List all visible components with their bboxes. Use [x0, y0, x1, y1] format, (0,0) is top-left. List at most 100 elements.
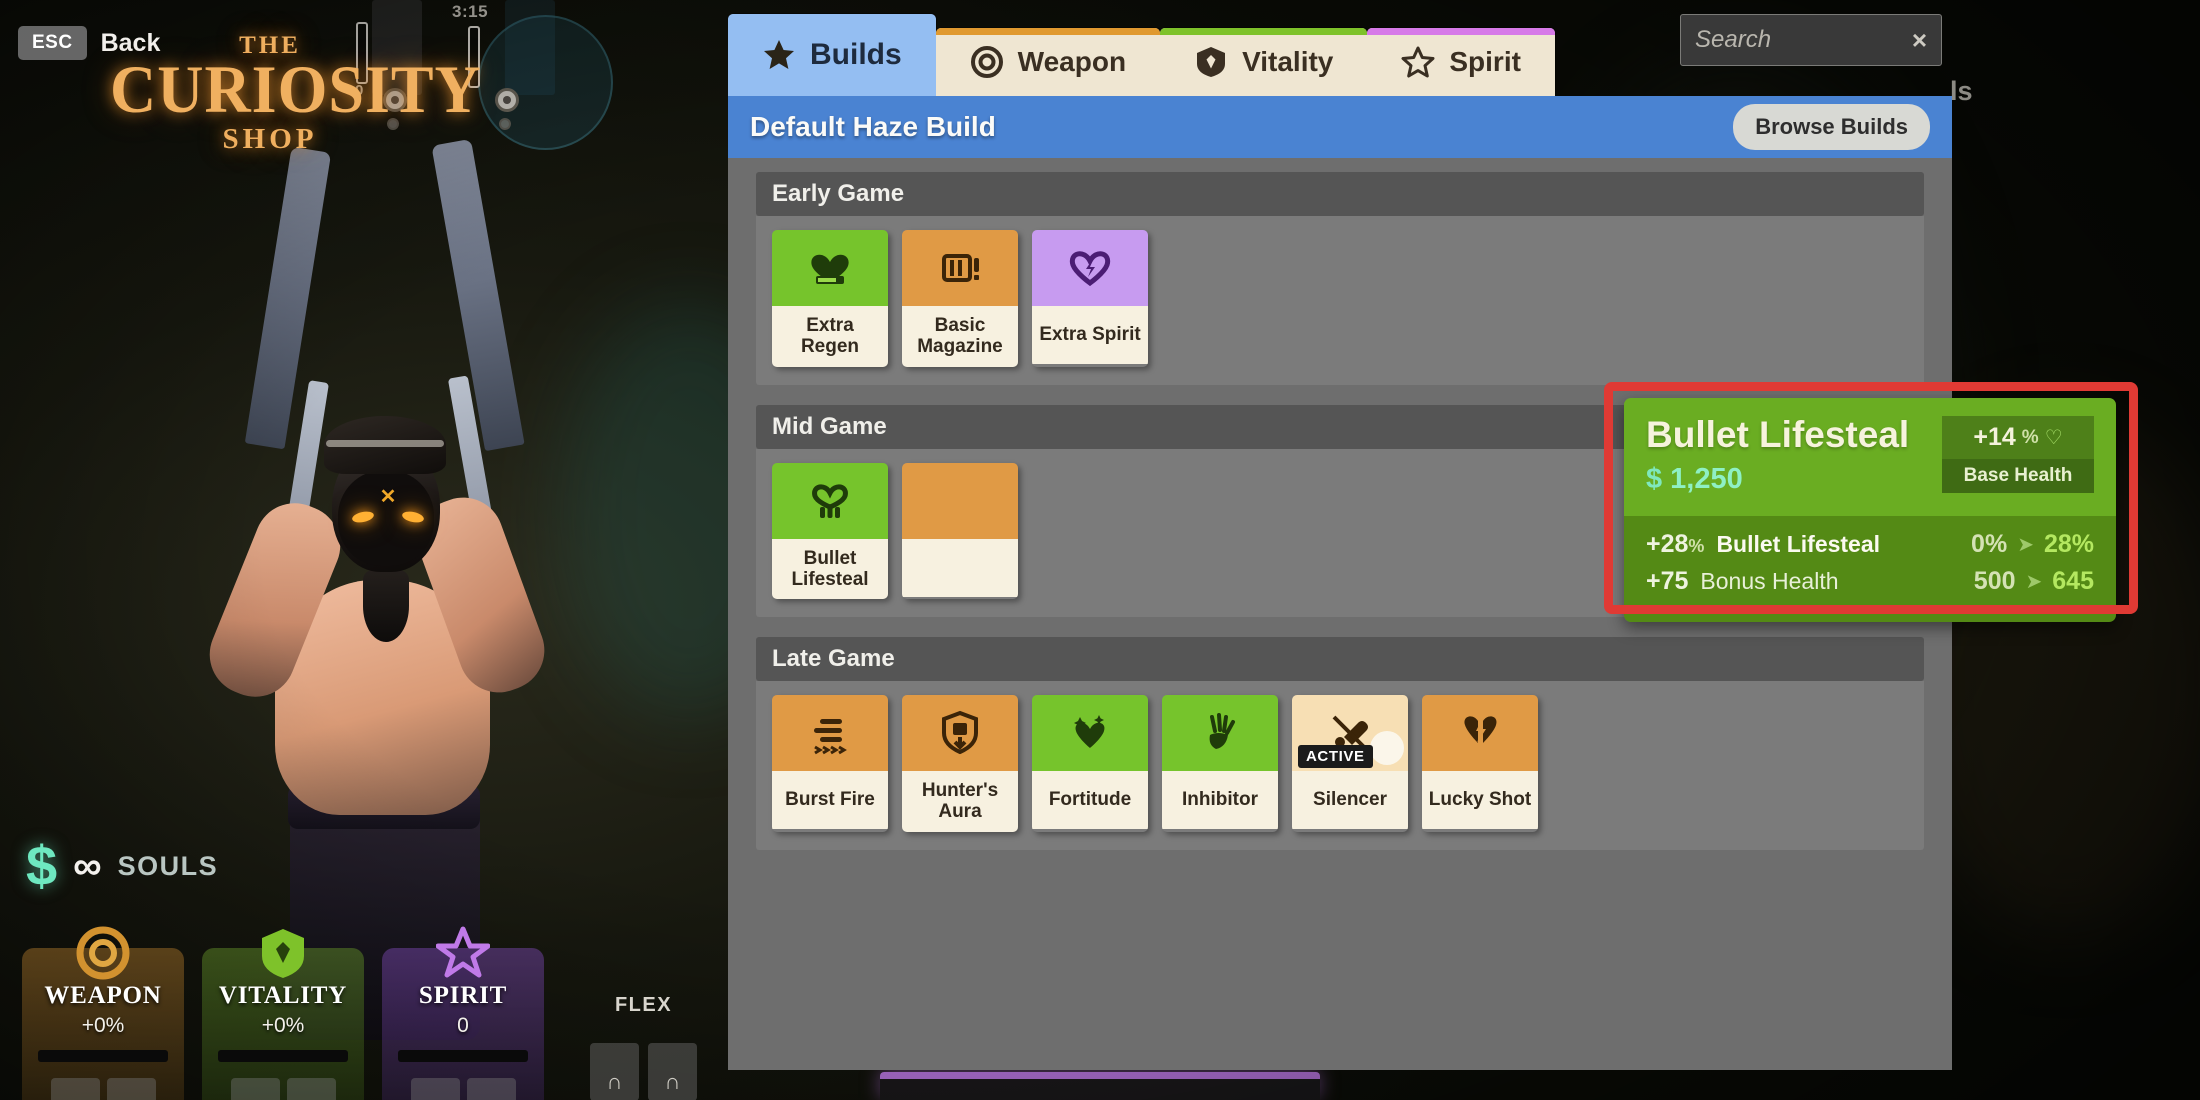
tab-builds-label: Builds [810, 38, 902, 71]
logo-line-shop: SHOP [222, 122, 318, 155]
flex-item-slot[interactable]: ∩ [648, 1043, 697, 1100]
item-slot[interactable] [50, 1078, 100, 1100]
pillar-vitality-label: VITALITY [218, 982, 348, 1009]
magazine-icon [902, 230, 1018, 306]
browse-builds-button[interactable]: Browse Builds [1733, 104, 1930, 150]
tab-spirit-strip [1367, 28, 1555, 35]
souls-infinity-value: ∞ [73, 844, 102, 888]
flex-slot-glyph: ∩ [664, 1069, 681, 1094]
tab-vitality-strip [1160, 28, 1368, 35]
pillar-vitality-slots[interactable] [212, 1078, 354, 1100]
stat-pillars: WEAPON +0% VITALITY +0% SPIRIT 0 FLEX ∩ … [22, 926, 697, 1100]
item-extra-spirit-label: Extra Spirit [1032, 306, 1148, 364]
item-lucky-shot[interactable]: Lucky Shot [1422, 695, 1538, 832]
logo-line-main: CURIOSITY [110, 51, 482, 128]
item-fortitude[interactable]: Fortitude [1032, 695, 1148, 832]
item-extra-spirit[interactable]: Extra Spirit [1032, 230, 1148, 367]
souls-icon: $ [26, 834, 58, 897]
pillar-weapon[interactable]: WEAPON +0% [22, 926, 184, 1100]
fortitude-icon [1032, 695, 1148, 772]
pillar-vitality-value: +0% [261, 1014, 305, 1037]
tab-weapon-label: Weapon [1017, 46, 1127, 77]
hunters-aura-icon [902, 695, 1018, 772]
item-hidden-label [902, 538, 1018, 597]
star-icon [762, 38, 796, 72]
inhibitor-icon [1162, 695, 1278, 772]
flex-label: FLEX [614, 994, 673, 1016]
item-hunters-aura[interactable]: Hunter's Aura [902, 695, 1018, 832]
item-basic-magazine-label: Basic Magazine [902, 306, 1018, 367]
heart-spirit-icon [1032, 230, 1148, 306]
item-extra-regen[interactable]: Extra Regen [772, 230, 888, 367]
flex-section: FLEX ∩ ∩ [590, 948, 697, 1100]
item-silencer[interactable]: ACTIVE Silencer [1292, 695, 1408, 832]
active-puff-decoration [1370, 731, 1404, 766]
curiosity-shop-logo: THE CURIOSITY SHOP [110, 32, 482, 156]
tab-spirit-label: Spirit [1449, 46, 1521, 77]
item-bullet-lifesteal-label: Bullet Lifesteal [772, 538, 888, 600]
section-early-game-title: Early Game [772, 180, 905, 207]
pillar-spirit[interactable]: SPIRIT 0 [382, 926, 544, 1100]
pillar-weapon-value: +0% [81, 1014, 125, 1037]
build-name: Default Haze Build [750, 111, 996, 142]
lucky-shot-icon [1422, 695, 1538, 772]
item-silencer-label: Silencer [1292, 771, 1408, 830]
flex-item-slot[interactable]: ∩ [590, 1043, 639, 1100]
item-hunters-aura-label: Hunter's Aura [902, 771, 1018, 832]
item-burst-fire[interactable]: Burst Fire [772, 695, 888, 832]
section-mid-game-title: Mid Game [772, 412, 887, 440]
esc-key-badge: ESC [18, 26, 87, 60]
hidden-icon [902, 462, 1018, 539]
shield-icon [1194, 45, 1228, 79]
item-bullet-lifesteal[interactable]: Bullet Lifesteal [772, 462, 888, 600]
section-early-game: Early Game Extra Regen Basic Magazine Ex… [756, 172, 1924, 385]
section-early-game-items: Extra Regen Basic Magazine Extra Spirit [756, 216, 1924, 385]
tab-weapon[interactable]: Weapon [935, 28, 1161, 96]
pillar-weapon-label: WEAPON [44, 982, 162, 1009]
item-slot[interactable] [286, 1078, 336, 1100]
star-outline-icon [1401, 45, 1435, 79]
shop-panel: Builds Weapon Vitality Spirit Search × D… [728, 0, 2138, 1070]
item-slot[interactable] [466, 1078, 516, 1100]
pillar-vitality[interactable]: VITALITY +0% [202, 929, 364, 1100]
pillar-spirit-value: 0 [457, 1014, 469, 1037]
item-tooltip: Bullet Lifesteal $ 1,250 +14 % ♡ Base He… [1604, 382, 2138, 622]
item-inhibitor[interactable]: Inhibitor [1162, 695, 1278, 832]
shop-tabs: Builds Weapon Vitality Spirit [728, 14, 1555, 96]
item-slot[interactable] [230, 1078, 280, 1100]
item-fortitude-label: Fortitude [1032, 771, 1148, 830]
flex-slots[interactable]: ∩ ∩ [590, 1043, 697, 1100]
item-inhibitor-label: Inhibitor [1162, 771, 1278, 830]
tab-vitality-label: Vitality [1242, 46, 1334, 77]
weapon-circle-icon [76, 926, 130, 980]
tab-builds[interactable]: Builds [728, 14, 936, 96]
item-lucky-shot-label: Lucky Shot [1422, 771, 1538, 830]
spirit-star-icon [435, 926, 491, 980]
item-burst-fire-label: Burst Fire [772, 771, 888, 830]
item-basic-magazine[interactable]: Basic Magazine [902, 230, 1018, 367]
section-late-game-title: Late Game [772, 645, 895, 673]
build-header: Default Haze Build Browse Builds [728, 96, 1952, 158]
item-slot[interactable] [410, 1078, 460, 1100]
item-hidden-behind-tooltip[interactable] [902, 462, 1018, 600]
tab-vitality[interactable]: Vitality [1160, 28, 1368, 96]
search-input[interactable]: Search × [1680, 14, 1942, 66]
item-slot[interactable] [106, 1078, 156, 1100]
tab-spirit[interactable]: Spirit [1367, 28, 1555, 96]
section-late-game-items: Burst Fire Hunter's Aura Fortitude Inhib… [756, 681, 1924, 850]
burst-fire-icon [772, 695, 888, 772]
lifesteal-icon [772, 462, 888, 539]
search-value[interactable]: Search [1695, 26, 1912, 54]
flex-slot-glyph: ∩ [606, 1069, 623, 1094]
tooltip-highlight-ring [1604, 382, 2138, 614]
close-icon[interactable]: × [1912, 25, 1927, 56]
vitality-shield-icon [256, 926, 310, 980]
heart-regen-icon [772, 230, 888, 306]
status-badge: ACTIVE [1298, 745, 1373, 769]
section-header: Early Game [756, 172, 1924, 216]
pillar-spirit-label: SPIRIT [418, 982, 508, 1009]
souls-label: SOULS [117, 850, 219, 881]
pillar-weapon-slots[interactable] [32, 1078, 174, 1100]
pillar-vitality-bar [218, 1050, 348, 1062]
pillar-spirit-slots[interactable] [392, 1078, 534, 1100]
